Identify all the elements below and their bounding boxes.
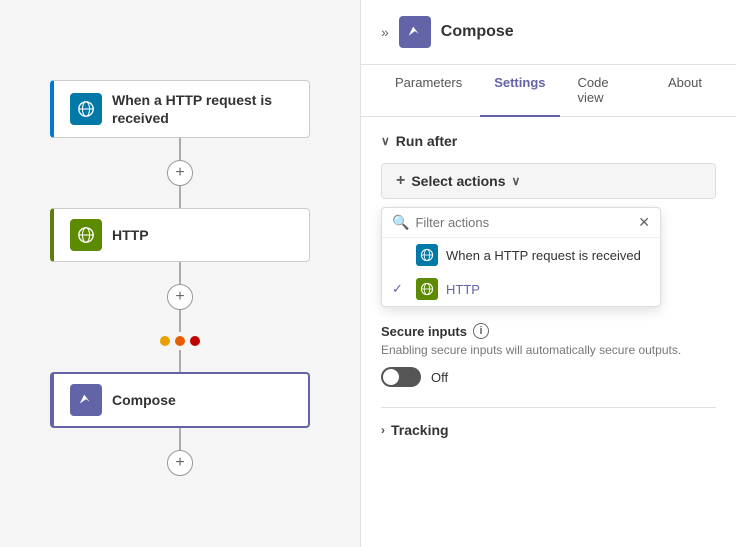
panel-content: ∨ Run after + Select actions ∨ 🔍 ✕: [361, 117, 736, 547]
run-after-chevron: ∨: [381, 134, 390, 148]
http-request-node-label: When a HTTP request is received: [112, 91, 293, 127]
info-icon[interactable]: i: [473, 323, 489, 339]
dot-3: [190, 336, 200, 346]
tracking-section-header[interactable]: › Tracking: [381, 422, 716, 438]
secure-inputs-toggle[interactable]: [381, 367, 421, 387]
connector-3: +: [167, 428, 193, 476]
check-icon-http: ✓: [392, 281, 408, 297]
dropdown-item-icon-http-request: [416, 244, 438, 266]
tracking-label: Tracking: [391, 422, 449, 438]
http-request-node[interactable]: When a HTTP request is received: [50, 80, 310, 138]
connector-2: +: [160, 262, 200, 372]
expand-button[interactable]: »: [381, 24, 389, 40]
chevron-down-icon: ∨: [512, 174, 521, 188]
search-icon: 🔍: [392, 214, 409, 231]
run-after-label: Run after: [396, 133, 457, 149]
dropdown-list: When a HTTP request is received ✓ HT: [382, 238, 660, 306]
panel-title: Compose: [441, 23, 514, 41]
add-step-button-1[interactable]: +: [167, 160, 193, 186]
tab-about[interactable]: About: [654, 65, 716, 117]
dot-1: [160, 336, 170, 346]
tab-codeview[interactable]: Code view: [564, 65, 651, 117]
run-after-section-header[interactable]: ∨ Run after: [381, 133, 716, 149]
secure-inputs-description: Enabling secure inputs will automaticall…: [381, 343, 716, 357]
search-row: 🔍 ✕: [382, 208, 660, 238]
status-dots: [160, 336, 200, 346]
dot-2: [175, 336, 185, 346]
http-node[interactable]: HTTP: [50, 208, 310, 262]
dropdown-item-icon-http: [416, 278, 438, 300]
flow-nodes: When a HTTP request is received + HTTP +: [0, 0, 360, 476]
http-node-label: HTTP: [112, 226, 149, 244]
check-icon-http-request: [392, 248, 408, 263]
compose-node-label: Compose: [112, 391, 176, 409]
connector-line-1: [179, 138, 181, 160]
connector-line-6: [179, 428, 181, 450]
compose-node[interactable]: Compose: [50, 372, 310, 428]
tab-settings[interactable]: Settings: [480, 65, 559, 117]
filter-input[interactable]: [415, 215, 632, 230]
tab-bar: Parameters Settings Code view About: [361, 65, 736, 117]
connector-line-2: [179, 186, 181, 208]
connector-line-5: [179, 350, 181, 372]
connector-line-4: [179, 310, 181, 332]
secure-label-row: Secure inputs i: [381, 323, 716, 339]
dropdown-item-http-request[interactable]: When a HTTP request is received: [382, 238, 660, 272]
toggle-row: Off: [381, 367, 716, 387]
compose-node-icon: [70, 384, 102, 416]
clear-search-button[interactable]: ✕: [638, 214, 650, 231]
http-node-icon: [70, 219, 102, 251]
dropdown-scroll-area: When a HTTP request is received ✓ HT: [382, 238, 660, 306]
add-step-button-3[interactable]: +: [167, 450, 193, 476]
connector-1: +: [167, 138, 193, 208]
select-actions-button[interactable]: + Select actions ∨: [381, 163, 716, 199]
detail-panel: » Compose Parameters Settings Code view …: [360, 0, 736, 547]
dropdown-item-label-http-request: When a HTTP request is received: [446, 248, 641, 263]
toggle-state-label: Off: [431, 370, 448, 385]
toggle-knob: [383, 369, 399, 385]
http-request-node-icon: [70, 93, 102, 125]
add-step-button-2[interactable]: +: [167, 284, 193, 310]
plus-icon: +: [396, 172, 405, 190]
secure-inputs-label: Secure inputs: [381, 324, 467, 339]
panel-header-icon: [399, 16, 431, 48]
connector-line-3: [179, 262, 181, 284]
dropdown-item-http[interactable]: ✓ HTTP: [382, 272, 660, 306]
secure-inputs-section: Secure inputs i Enabling secure inputs w…: [381, 323, 716, 387]
flow-canvas: When a HTTP request is received + HTTP +: [0, 0, 360, 547]
dropdown-item-label-http: HTTP: [446, 282, 480, 297]
tracking-chevron: ›: [381, 423, 385, 437]
tracking-section: › Tracking: [381, 407, 716, 438]
tab-parameters[interactable]: Parameters: [381, 65, 476, 117]
select-actions-label: Select actions: [411, 173, 505, 189]
actions-dropdown: 🔍 ✕: [381, 207, 661, 307]
panel-header: » Compose: [361, 0, 736, 65]
